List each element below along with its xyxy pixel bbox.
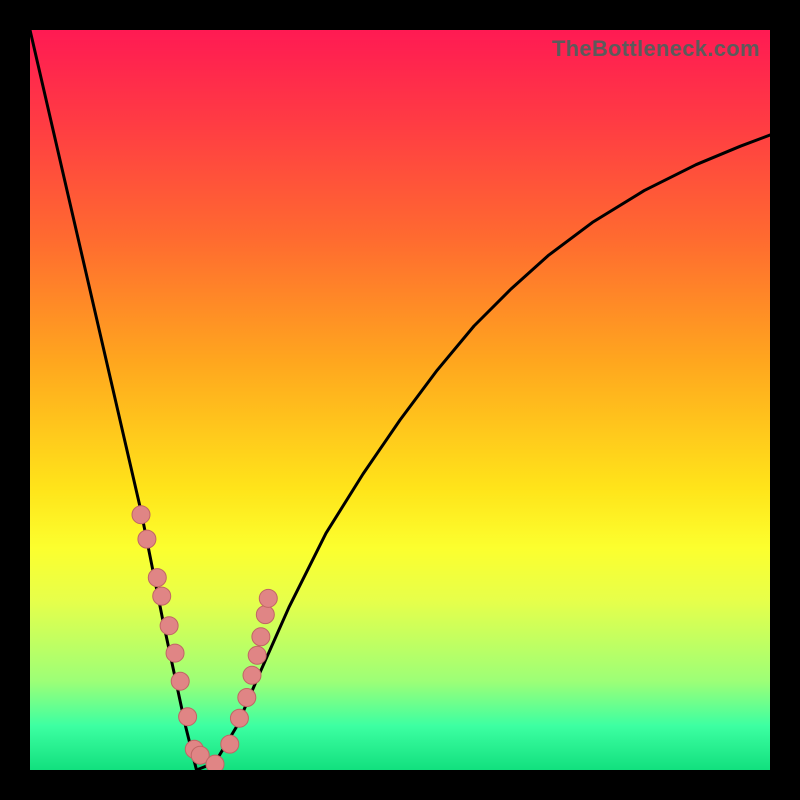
highlight-dot — [148, 569, 166, 587]
highlight-dot — [166, 644, 184, 662]
highlight-dot — [160, 617, 178, 635]
highlight-dot — [132, 506, 150, 524]
highlight-dot — [243, 666, 261, 684]
highlight-dots — [132, 506, 277, 770]
highlight-dot — [248, 646, 266, 664]
bottleneck-curve — [30, 30, 770, 770]
highlight-dot — [179, 708, 197, 726]
highlight-dot — [171, 672, 189, 690]
highlight-dot — [259, 589, 277, 607]
chart-frame: TheBottleneck.com — [0, 0, 800, 800]
highlight-dot — [238, 688, 256, 706]
highlight-dot — [256, 606, 274, 624]
highlight-dot — [206, 755, 224, 770]
highlight-dot — [252, 628, 270, 646]
highlight-dot — [230, 709, 248, 727]
highlight-dot — [221, 735, 239, 753]
highlight-dot — [153, 587, 171, 605]
chart-svg — [30, 30, 770, 770]
plot-area: TheBottleneck.com — [30, 30, 770, 770]
highlight-dot — [138, 530, 156, 548]
